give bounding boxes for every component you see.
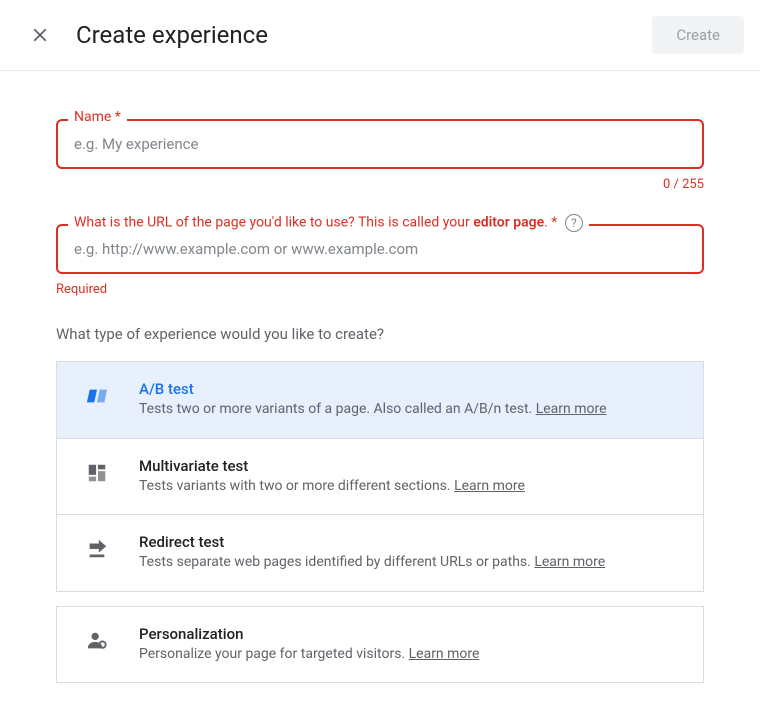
url-error-message: Required bbox=[56, 282, 704, 297]
option-personalization-content: Personalization Personalize your page fo… bbox=[139, 625, 683, 665]
personalization-learn-more-link[interactable]: Learn more bbox=[409, 646, 480, 662]
option-redirect[interactable]: Redirect test Tests separate web pages i… bbox=[57, 515, 703, 592]
mvt-learn-more-link[interactable]: Learn more bbox=[454, 478, 525, 494]
ab-test-icon bbox=[85, 384, 109, 408]
url-label-prefix: What is the URL of the page you'd like t… bbox=[74, 215, 473, 231]
dialog-header: Create experience Create bbox=[0, 0, 760, 71]
option-personalization-desc: Personalize your page for targeted visit… bbox=[139, 645, 683, 665]
dialog-title: Create experience bbox=[76, 21, 268, 49]
type-section-heading: What type of experience would you like t… bbox=[56, 325, 704, 343]
name-field-label: Name * bbox=[68, 109, 127, 125]
url-label-bold: editor page bbox=[473, 215, 544, 231]
option-mvt-title: Multivariate test bbox=[139, 457, 683, 475]
option-ab-title: A/B test bbox=[139, 380, 683, 398]
option-redirect-content: Redirect test Tests separate web pages i… bbox=[139, 533, 683, 573]
option-ab-desc: Tests two or more variants of a page. Al… bbox=[139, 400, 683, 420]
header-left: Create experience bbox=[28, 21, 268, 49]
ab-learn-more-link[interactable]: Learn more bbox=[536, 401, 607, 417]
option-mvt-content: Multivariate test Tests variants with tw… bbox=[139, 457, 683, 497]
close-button[interactable] bbox=[28, 23, 52, 47]
experience-type-list: A/B test Tests two or more variants of a… bbox=[56, 361, 704, 592]
create-button[interactable]: Create bbox=[652, 16, 744, 54]
name-input[interactable] bbox=[56, 119, 704, 169]
multivariate-icon bbox=[85, 461, 109, 485]
close-icon bbox=[29, 24, 51, 46]
name-field-wrapper: Name * bbox=[56, 119, 704, 169]
option-redirect-title: Redirect test bbox=[139, 533, 683, 551]
dialog-content: Name * 0 / 255 What is the URL of the pa… bbox=[0, 71, 760, 703]
option-ab-test[interactable]: A/B test Tests two or more variants of a… bbox=[57, 362, 703, 439]
option-mvt-desc: Tests variants with two or more differen… bbox=[139, 477, 683, 497]
url-field-label: What is the URL of the page you'd like t… bbox=[68, 214, 589, 232]
redirect-learn-more-link[interactable]: Learn more bbox=[534, 554, 605, 570]
url-label-suffix: . * bbox=[544, 215, 557, 231]
personalization-icon bbox=[85, 629, 109, 653]
name-char-count: 0 / 255 bbox=[56, 177, 704, 192]
option-personalization-title: Personalization bbox=[139, 625, 683, 643]
option-multivariate[interactable]: Multivariate test Tests variants with tw… bbox=[57, 439, 703, 516]
redirect-icon bbox=[85, 537, 109, 561]
option-ab-content: A/B test Tests two or more variants of a… bbox=[139, 380, 683, 420]
option-gap bbox=[56, 592, 704, 606]
help-icon[interactable]: ? bbox=[565, 214, 583, 232]
option-redirect-desc: Tests separate web pages identified by d… bbox=[139, 553, 683, 573]
url-field-wrapper: What is the URL of the page you'd like t… bbox=[56, 224, 704, 274]
option-personalization[interactable]: Personalization Personalize your page fo… bbox=[56, 606, 704, 684]
